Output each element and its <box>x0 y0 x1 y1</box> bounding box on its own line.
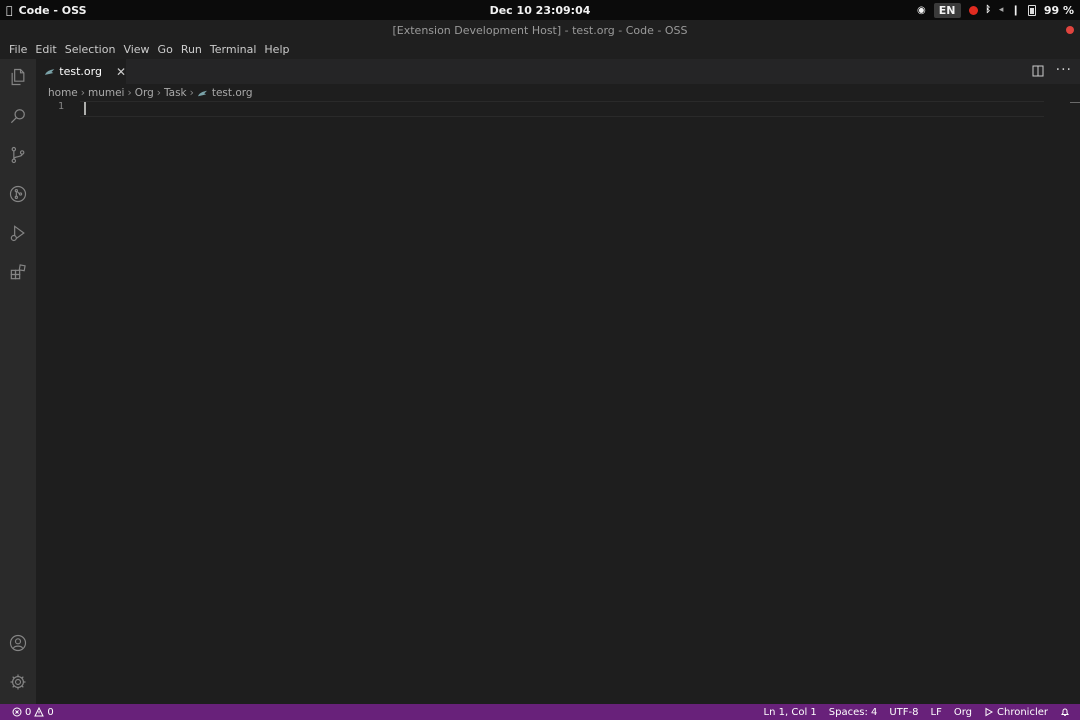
error-count: 0 <box>25 706 32 718</box>
window-close-button[interactable] <box>1066 26 1074 34</box>
tab-label: test.org <box>59 65 102 78</box>
explorer-icon[interactable] <box>6 65 30 89</box>
accessibility-icon[interactable]: ◉ <box>917 5 926 16</box>
chronicler-status[interactable]: Chronicler <box>984 707 1048 718</box>
battery-percent: 99 % <box>1043 3 1074 17</box>
menu-run[interactable]: Run <box>177 43 206 56</box>
activity-bar <box>0 59 36 704</box>
battery-icon[interactable] <box>1027 4 1036 16</box>
breadcrumb-task[interactable]: Task <box>164 87 187 99</box>
tab-test-org[interactable]: test.org ✕ <box>36 59 126 84</box>
chevron-right-icon: › <box>127 87 132 99</box>
warning-count: 0 <box>47 706 54 718</box>
end-of-line[interactable]: LF <box>931 707 942 718</box>
cursor-position[interactable]: Ln 1, Col 1 <box>764 707 817 718</box>
menu-selection[interactable]: Selection <box>61 43 120 56</box>
overview-ruler-marker <box>1070 102 1080 103</box>
menu-view[interactable]: View <box>119 43 153 56</box>
microphone-icon[interactable]: ❙ <box>1011 5 1019 16</box>
status-bar: 0 0 Ln 1, Col 1 Spaces: 4 UTF-8 LF Org C… <box>0 704 1080 720</box>
chevron-right-icon: › <box>156 87 161 99</box>
recording-icon[interactable] <box>968 5 978 15</box>
input-source-indicator[interactable]: EN <box>933 2 961 18</box>
org-unicorn-icon <box>44 68 55 75</box>
language-mode[interactable]: Org <box>954 707 972 718</box>
menu-help[interactable]: Help <box>260 43 293 56</box>
current-line-highlight <box>80 101 1044 117</box>
accounts-icon[interactable] <box>6 631 30 655</box>
breadcrumb-mumei[interactable]: mumei <box>88 87 125 99</box>
menu-terminal[interactable]: Terminal <box>206 43 261 56</box>
chronicler-label: Chronicler <box>997 706 1048 718</box>
breadcrumb-home[interactable]: home <box>48 87 78 99</box>
chevron-right-icon: › <box>189 87 194 99</box>
chevron-right-icon: › <box>80 87 85 99</box>
menu-edit[interactable]: Edit <box>31 43 60 56</box>
menu-file[interactable]: File <box>5 43 31 56</box>
editor-tabs-bar: test.org ✕ ··· <box>36 59 1080 84</box>
split-editor-icon[interactable] <box>1032 65 1044 77</box>
apple-menu-icon[interactable]:  <box>6 4 13 17</box>
volume-icon[interactable]: ◂ <box>999 5 1004 15</box>
breadcrumb-org[interactable]: Org <box>135 87 154 99</box>
search-icon[interactable] <box>6 104 30 128</box>
file-encoding[interactable]: UTF-8 <box>889 707 918 718</box>
breadcrumb-file[interactable]: test.org <box>212 87 253 99</box>
bluetooth-icon[interactable]: ᛒ <box>986 5 991 15</box>
extensions-icon[interactable] <box>6 260 30 284</box>
menu-go[interactable]: Go <box>154 43 177 56</box>
window-title-bar: [Extension Development Host] - test.org … <box>0 20 1080 40</box>
indentation-setting[interactable]: Spaces: 4 <box>829 707 878 718</box>
error-icon <box>12 707 22 717</box>
play-icon <box>985 707 993 717</box>
problems-indicator[interactable]: 0 0 <box>12 707 54 718</box>
warning-icon <box>34 707 45 717</box>
notifications-bell-icon[interactable] <box>1060 707 1070 717</box>
menu-bar: File Edit Selection View Go Run Terminal… <box>0 40 1080 59</box>
more-actions-icon[interactable]: ··· <box>1056 62 1072 78</box>
line-number: 1 <box>58 101 65 112</box>
source-control-icon[interactable] <box>6 143 30 167</box>
close-icon[interactable]: ✕ <box>116 65 126 79</box>
app-name[interactable]: Code - OSS <box>19 4 87 17</box>
org-unicorn-icon <box>197 90 207 96</box>
editor-area[interactable]: 1 <box>36 100 1080 704</box>
system-top-bar:  Code - OSS Dec 10 23:09:04 ◉ EN ᛒ ◂ ❙ … <box>0 0 1080 20</box>
text-cursor <box>84 102 86 115</box>
window-title: [Extension Development Host] - test.org … <box>392 23 688 37</box>
breadcrumb: home › mumei › Org › Task › test.org <box>48 86 253 100</box>
settings-gear-icon[interactable] <box>6 670 30 694</box>
run-debug-icon[interactable] <box>6 221 30 245</box>
git-graph-icon[interactable] <box>6 182 30 206</box>
